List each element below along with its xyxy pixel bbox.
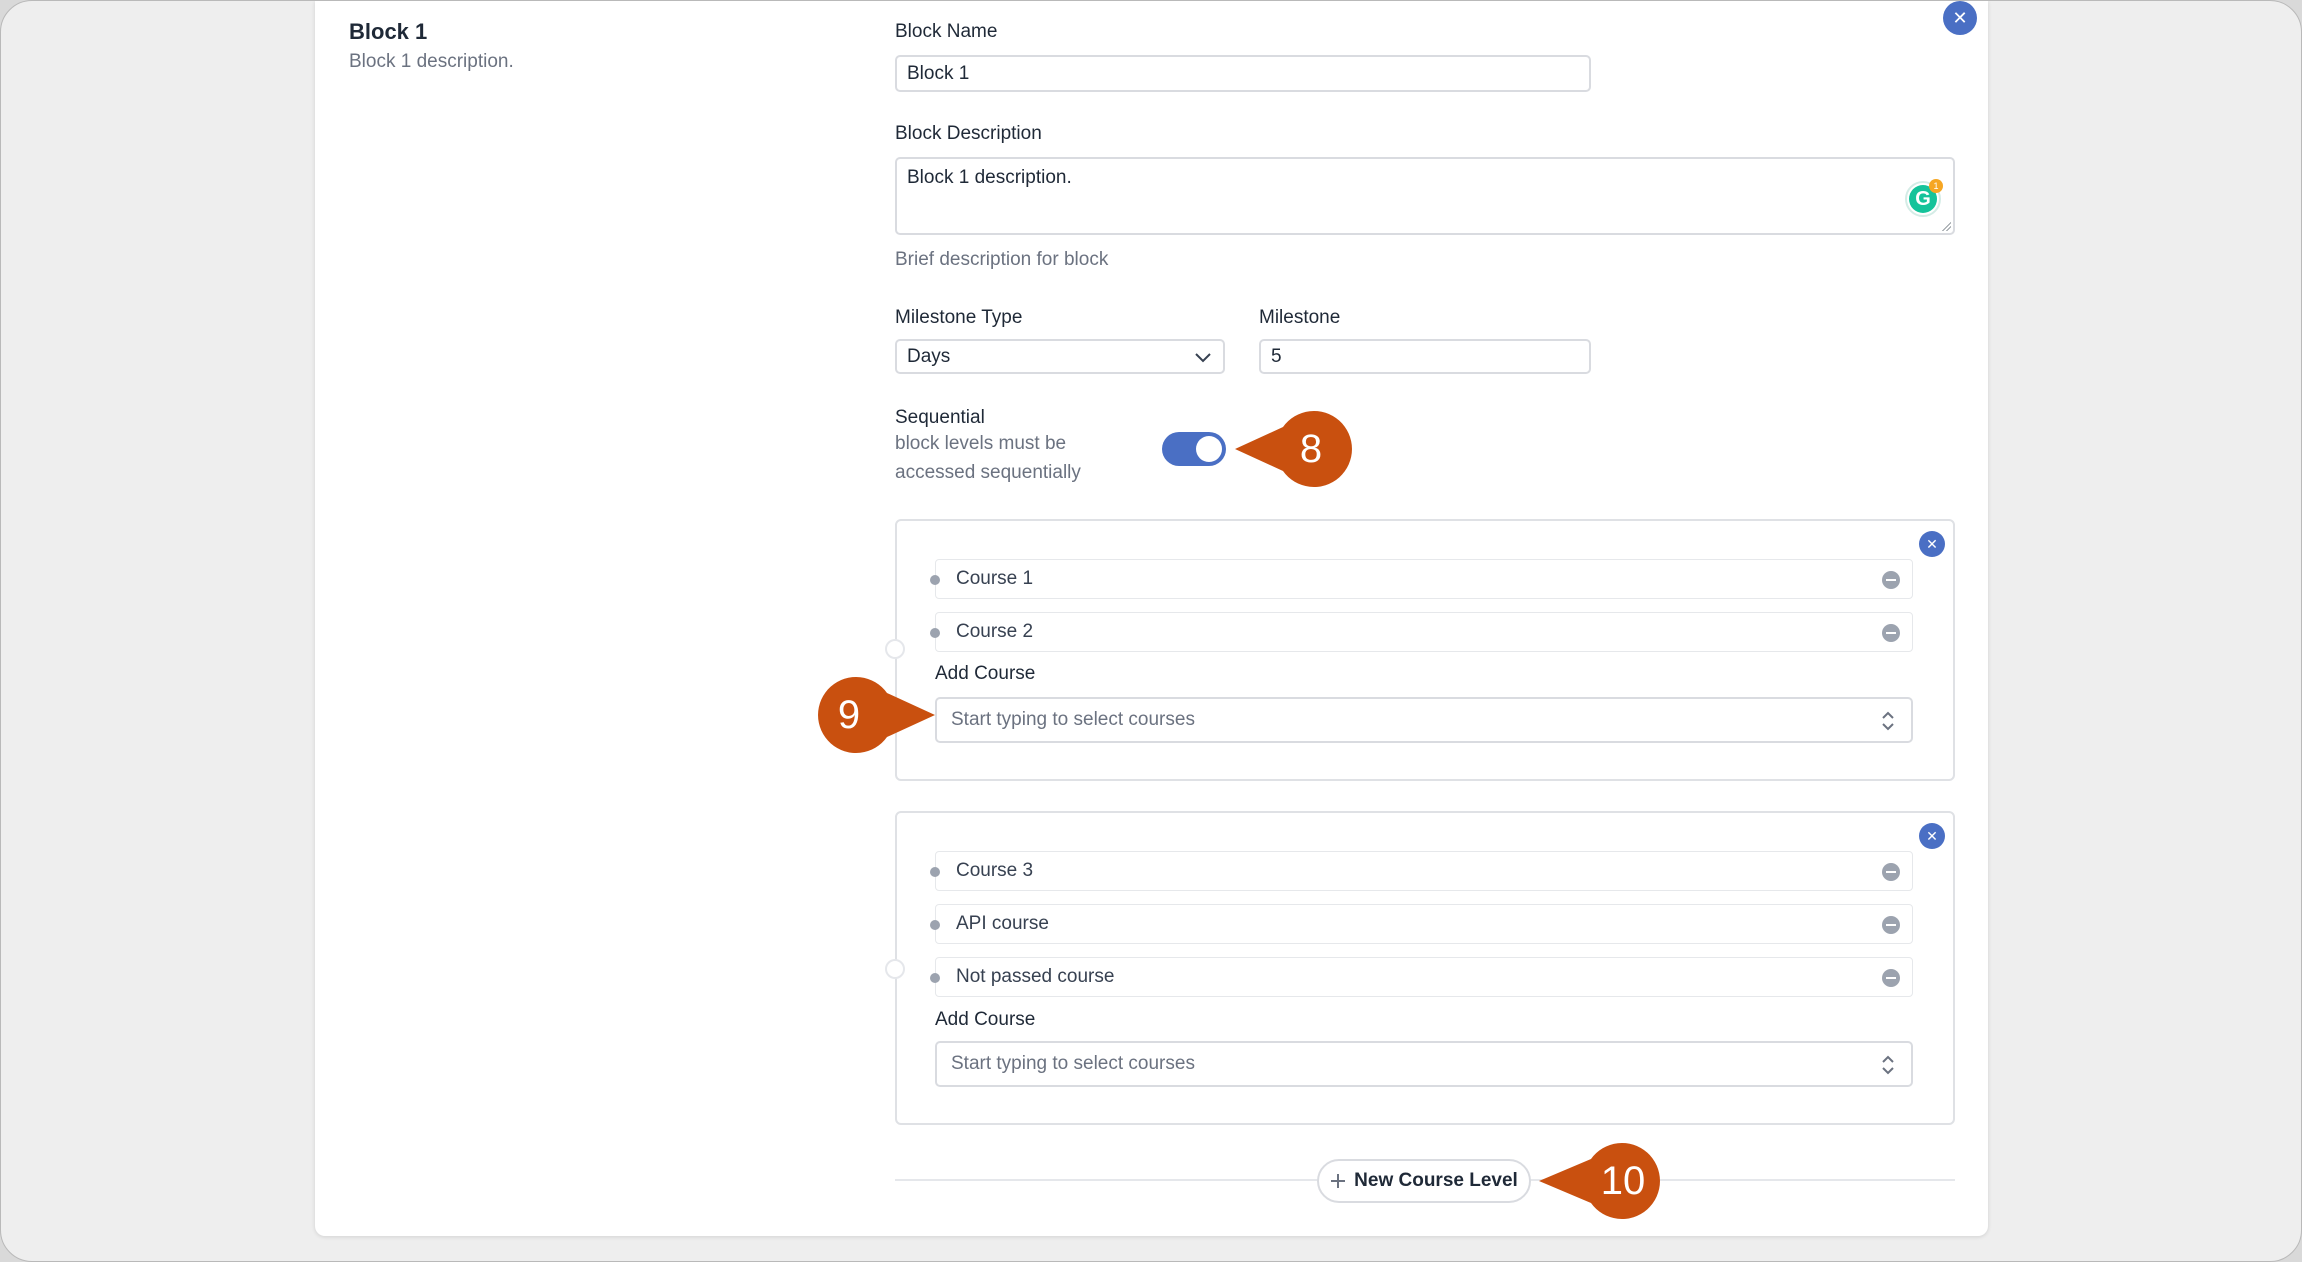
sequential-toggle[interactable] xyxy=(1162,432,1226,466)
grammarly-badge: 1 xyxy=(1929,179,1943,193)
remove-course-icon[interactable] xyxy=(1882,571,1900,589)
svg-text:10: 10 xyxy=(1601,1159,1646,1203)
block-description-text: Block 1 description. xyxy=(349,51,514,72)
plus-icon xyxy=(1331,1174,1346,1188)
close-icon: ✕ xyxy=(1926,536,1938,552)
toggle-knob xyxy=(1196,436,1222,462)
block-description-hint: Brief description for block xyxy=(895,249,1109,270)
list-item[interactable]: Course 1 xyxy=(930,559,1913,599)
chevron-down-icon xyxy=(1195,353,1211,363)
up-down-arrows-icon xyxy=(1882,1055,1894,1075)
close-icon: ✕ xyxy=(1952,8,1968,28)
block-name-input[interactable]: Block 1 xyxy=(895,55,1591,92)
remove-level-2-button[interactable]: ✕ xyxy=(1919,823,1945,849)
screen-frame: Block 1 Block 1 description. ✕ Block Nam… xyxy=(0,0,2302,1262)
course-name: Course 3 xyxy=(956,860,1034,881)
new-course-level-label: New Course Level xyxy=(1354,1170,1518,1191)
milestone-type-value: Days xyxy=(907,345,951,367)
drag-handle[interactable] xyxy=(885,639,905,659)
add-course-label: Add Course xyxy=(935,663,1036,684)
drag-handle[interactable] xyxy=(885,959,905,979)
milestone-value: 5 xyxy=(1271,345,1282,367)
list-item[interactable]: Not passed course xyxy=(930,957,1913,997)
svg-text:8: 8 xyxy=(1300,427,1322,471)
block-name-value: Block 1 xyxy=(907,62,970,84)
add-course-input[interactable]: Start typing to select courses xyxy=(935,697,1913,743)
bullet-icon xyxy=(930,628,940,638)
new-course-level-button[interactable]: New Course Level xyxy=(1317,1159,1531,1203)
list-item[interactable]: Course 2 xyxy=(930,612,1913,652)
remove-course-icon[interactable] xyxy=(1882,624,1900,642)
callout-9: 9 xyxy=(818,677,935,753)
grammarly-icon[interactable]: G 1 xyxy=(1905,179,1943,217)
remove-level-1-button[interactable]: ✕ xyxy=(1919,531,1945,557)
course-name: API course xyxy=(956,913,1049,934)
block-title: Block 1 xyxy=(349,19,428,44)
block-name-label: Block Name xyxy=(895,21,998,42)
add-course-placeholder: Start typing to select courses xyxy=(951,709,1195,730)
course-level-2: ✕ Course 3 API course Not passed course … xyxy=(885,811,1955,1125)
callout-8: 8 xyxy=(1235,411,1352,487)
svg-text:9: 9 xyxy=(838,693,860,737)
list-item[interactable]: Course 3 xyxy=(930,851,1913,891)
course-name: Not passed course xyxy=(956,966,1115,987)
milestone-label: Milestone xyxy=(1259,307,1341,328)
course-name: Course 1 xyxy=(956,568,1034,589)
callout-10: 10 xyxy=(1539,1143,1660,1219)
block-description-label: Block Description xyxy=(895,123,1042,144)
list-item[interactable]: API course xyxy=(930,904,1913,944)
remove-block-button[interactable]: ✕ xyxy=(1943,1,1977,35)
add-course-label: Add Course xyxy=(935,1009,1036,1030)
close-icon: ✕ xyxy=(1926,828,1938,844)
course-level-1: ✕ Course 1 Course 2 Add Course Start typ… xyxy=(885,519,1955,781)
milestone-input[interactable]: 5 xyxy=(1259,339,1591,374)
add-course-placeholder: Start typing to select courses xyxy=(951,1053,1195,1074)
bullet-icon xyxy=(930,575,940,585)
up-down-arrows-icon xyxy=(1882,711,1894,731)
block-description-textarea[interactable]: Block 1 description. G 1 xyxy=(895,157,1955,235)
block-description-value: Block 1 description. xyxy=(907,167,1072,188)
sequential-hint-line-1: block levels must be xyxy=(895,433,1067,454)
milestone-type-label: Milestone Type xyxy=(895,307,1023,328)
remove-course-icon[interactable] xyxy=(1882,863,1900,881)
remove-course-icon[interactable] xyxy=(1882,916,1900,934)
remove-course-icon[interactable] xyxy=(1882,969,1900,987)
sequential-hint: block levels must be accessed sequential… xyxy=(895,429,1081,487)
bullet-icon xyxy=(930,920,940,930)
course-name: Course 2 xyxy=(956,621,1034,642)
bullet-icon xyxy=(930,973,940,983)
resize-handle[interactable] xyxy=(1941,221,1951,231)
add-course-input[interactable]: Start typing to select courses xyxy=(935,1041,1913,1087)
sequential-label: Sequential xyxy=(895,407,985,428)
sequential-hint-line-2: accessed sequentially xyxy=(895,462,1081,483)
milestone-type-select[interactable]: Days xyxy=(895,339,1225,374)
bullet-icon xyxy=(930,867,940,877)
